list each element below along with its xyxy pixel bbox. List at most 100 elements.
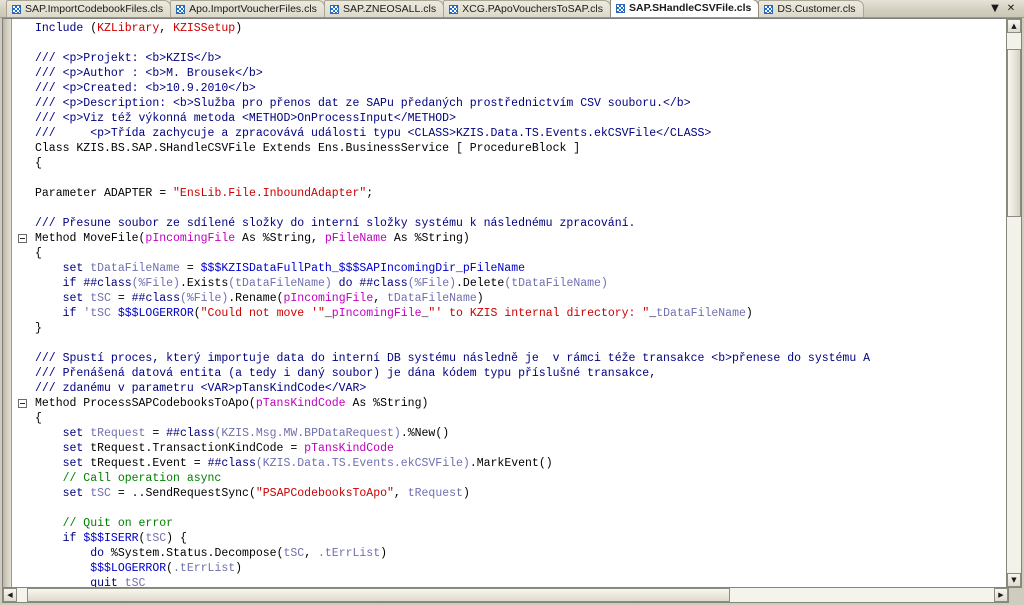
code-pane[interactable]: Include (KZLibrary, KZISSetup) /// <p>Pr… xyxy=(13,19,1009,587)
code-token: set xyxy=(35,427,91,440)
source-code: Include (KZLibrary, KZISSetup) /// <p>Pr… xyxy=(13,21,870,587)
code-token: ##class xyxy=(83,277,132,290)
scroll-right-arrow-icon[interactable]: ▶ xyxy=(994,588,1008,602)
code-token: (KZIS.Data.TS.Events.ekCSVFile) xyxy=(255,457,470,470)
code-token: 'tSC xyxy=(83,307,118,320)
code-line: /// <p>Author : <b>M. Brousek</b> xyxy=(13,66,870,81)
editor-tab-label: Apo.ImportVoucherFiles.cls xyxy=(189,2,317,15)
code-line: /// Spustí proces, který importuje data … xyxy=(13,351,870,366)
code-token: { xyxy=(35,157,42,170)
code-token: set xyxy=(35,457,91,470)
code-token: ; xyxy=(366,187,374,200)
code-line: set tRequest = ##class(KZIS.Msg.MW.BPDat… xyxy=(13,426,870,441)
code-token: , xyxy=(159,22,174,35)
class-file-icon xyxy=(12,4,21,14)
editor-tab[interactable]: DS.Customer.cls xyxy=(758,0,864,17)
code-line: // Quit on error xyxy=(13,516,870,531)
code-token: tSC xyxy=(145,532,167,545)
code-token: Method MoveFile( xyxy=(35,232,146,245)
code-token: "Could not move '" xyxy=(200,307,325,320)
code-token: = xyxy=(145,427,167,440)
code-token: } xyxy=(35,322,42,335)
code-token: /// <p>Description: <b>Služba pro přenos… xyxy=(35,97,691,110)
code-token: $$$LOGERROR xyxy=(35,562,167,575)
scroll-up-arrow-icon[interactable]: ▲ xyxy=(1007,19,1021,33)
code-token: .MarkEvent() xyxy=(469,457,553,470)
code-token: As %String) xyxy=(386,232,470,245)
code-token: .Rename xyxy=(228,292,277,305)
code-token: /// <p>Author : <b>M. Brousek</b> xyxy=(35,67,263,80)
code-fold-minus-icon[interactable] xyxy=(18,234,27,243)
scroll-down-arrow-icon[interactable]: ▼ xyxy=(1007,573,1021,587)
code-line: /// <p>Projekt: <b>KZIS</b> xyxy=(13,51,870,66)
code-token: = xyxy=(283,442,305,455)
code-token: tSC xyxy=(90,292,111,305)
code-token: tSC xyxy=(90,487,111,500)
code-token: (tDataFileName) xyxy=(228,277,332,290)
code-line: /// Přenášená datová entita (a tedy i da… xyxy=(13,366,870,381)
code-token: KZISSetup xyxy=(173,22,236,35)
code-token: { xyxy=(35,412,42,425)
code-token: ) xyxy=(462,487,470,500)
editor-tab[interactable]: SAP.ZNEOSALL.cls xyxy=(323,0,445,17)
code-line: set tRequest.TransactionKindCode = pTans… xyxy=(13,441,870,456)
code-line: if $$$ISERR(tSC) { xyxy=(13,531,870,546)
horizontal-scrollbar[interactable]: ◀ ▶ xyxy=(2,587,1009,603)
editor-tab[interactable]: XCG.PApoVouchersToSAP.cls xyxy=(443,0,611,17)
code-fold-minus-icon[interactable] xyxy=(18,399,27,408)
code-token: tRequest.TransactionKindCode xyxy=(90,442,284,455)
code-token: ) xyxy=(235,562,243,575)
code-line: { xyxy=(13,246,870,261)
code-line: Parameter ADAPTER = "EnsLib.File.Inbound… xyxy=(13,186,870,201)
vertical-scrollbar-thumb[interactable] xyxy=(1007,49,1021,217)
code-token: if xyxy=(35,277,84,290)
code-token: ( xyxy=(166,562,174,575)
editor-tab-bar: SAP.ImportCodebookFiles.cls Apo.ImportVou… xyxy=(0,0,1024,18)
code-token: ) xyxy=(476,292,484,305)
code-line: quit tSC xyxy=(13,576,870,587)
code-token: set xyxy=(35,262,91,275)
code-token: /// Přesune soubor ze sdílené složky do … xyxy=(35,217,636,230)
code-token: ( xyxy=(276,292,284,305)
editor-tab[interactable]: SAP.ImportCodebookFiles.cls xyxy=(6,0,172,17)
editor-tab[interactable]: SAP.SHandleCSVFile.cls xyxy=(609,0,760,17)
code-token: , xyxy=(304,547,318,560)
class-file-icon xyxy=(449,4,459,14)
chevron-down-icon[interactable]: ▼ xyxy=(988,2,1002,16)
code-token: /// Spustí proces, který importuje data … xyxy=(35,352,871,365)
code-token: ##class xyxy=(207,457,256,470)
editor-tab[interactable]: Apo.ImportVoucherFiles.cls xyxy=(170,0,325,17)
code-line: { xyxy=(13,411,870,426)
vertical-scrollbar[interactable]: ▲ ▼ xyxy=(1006,18,1022,588)
code-token: $$$ISERR xyxy=(83,532,139,545)
code-token: set xyxy=(35,292,91,305)
code-token: _ xyxy=(324,307,332,320)
code-line: set tSC = ..SendRequestSync("PSAPCodeboo… xyxy=(13,486,870,501)
code-editor-surface[interactable]: Include (KZLibrary, KZISSetup) /// <p>Pr… xyxy=(2,18,1009,588)
editor-tab-label: XCG.PApoVouchersToSAP.cls xyxy=(462,2,603,15)
code-token: pTansKindCode xyxy=(304,442,394,455)
code-token: tRequest xyxy=(407,487,463,500)
code-token: $$$KZISDataFullPath_$$$SAPIncomingDir_pF… xyxy=(200,262,526,275)
code-token: if xyxy=(35,532,84,545)
scroll-left-arrow-icon[interactable]: ◀ xyxy=(3,588,17,602)
code-token: Include xyxy=(35,22,91,35)
code-token: set xyxy=(35,442,91,455)
code-token: .Exists xyxy=(179,277,229,290)
code-token: .%New() xyxy=(400,427,450,440)
code-token: /// <p>Projekt: <b>KZIS</b> xyxy=(35,52,222,65)
code-token: if xyxy=(35,307,84,320)
code-token: pIncomingFile xyxy=(145,232,236,245)
code-token: ) { xyxy=(166,532,187,545)
horizontal-scrollbar-thumb[interactable] xyxy=(26,588,731,602)
code-token: "PSAPCodebooksToApo" xyxy=(255,487,394,500)
code-line: $$$LOGERROR(.tErrList) xyxy=(13,561,870,576)
close-icon[interactable]: ✕ xyxy=(1004,2,1018,16)
code-token: tDataFileName xyxy=(90,262,180,275)
code-token: // Quit on error xyxy=(35,517,174,530)
code-token: ) xyxy=(380,547,388,560)
code-line: set tSC = ##class(%File).Rename(pIncomin… xyxy=(13,291,870,306)
code-token: $$$LOGERROR xyxy=(117,307,194,320)
code-token: ##class xyxy=(359,277,408,290)
